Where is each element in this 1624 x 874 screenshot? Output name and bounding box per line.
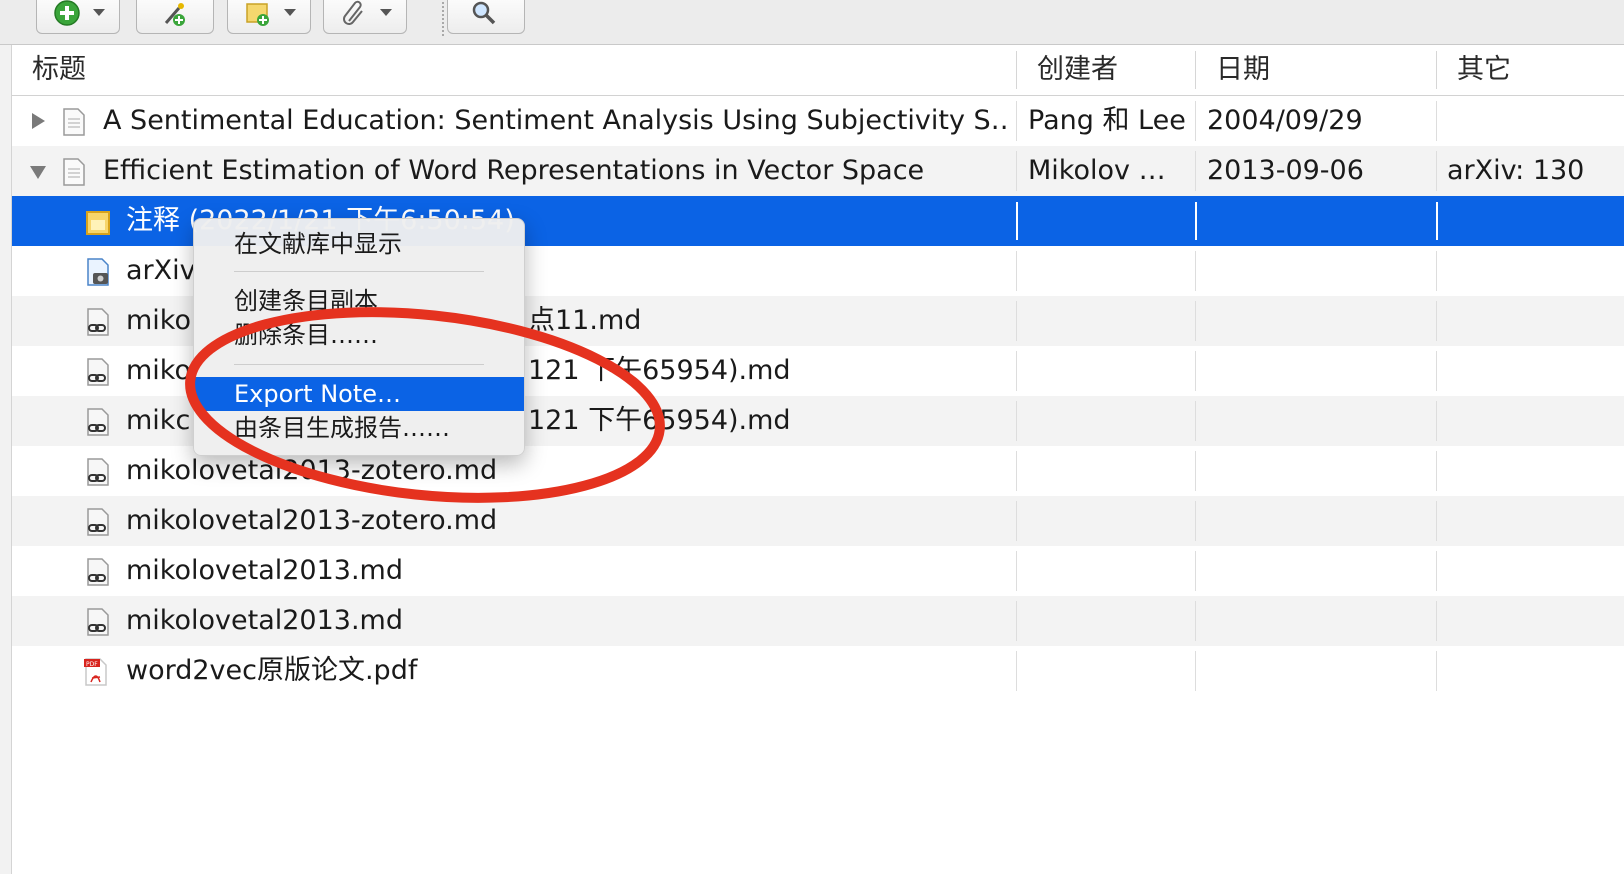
annotation-ellipse	[185, 307, 665, 503]
